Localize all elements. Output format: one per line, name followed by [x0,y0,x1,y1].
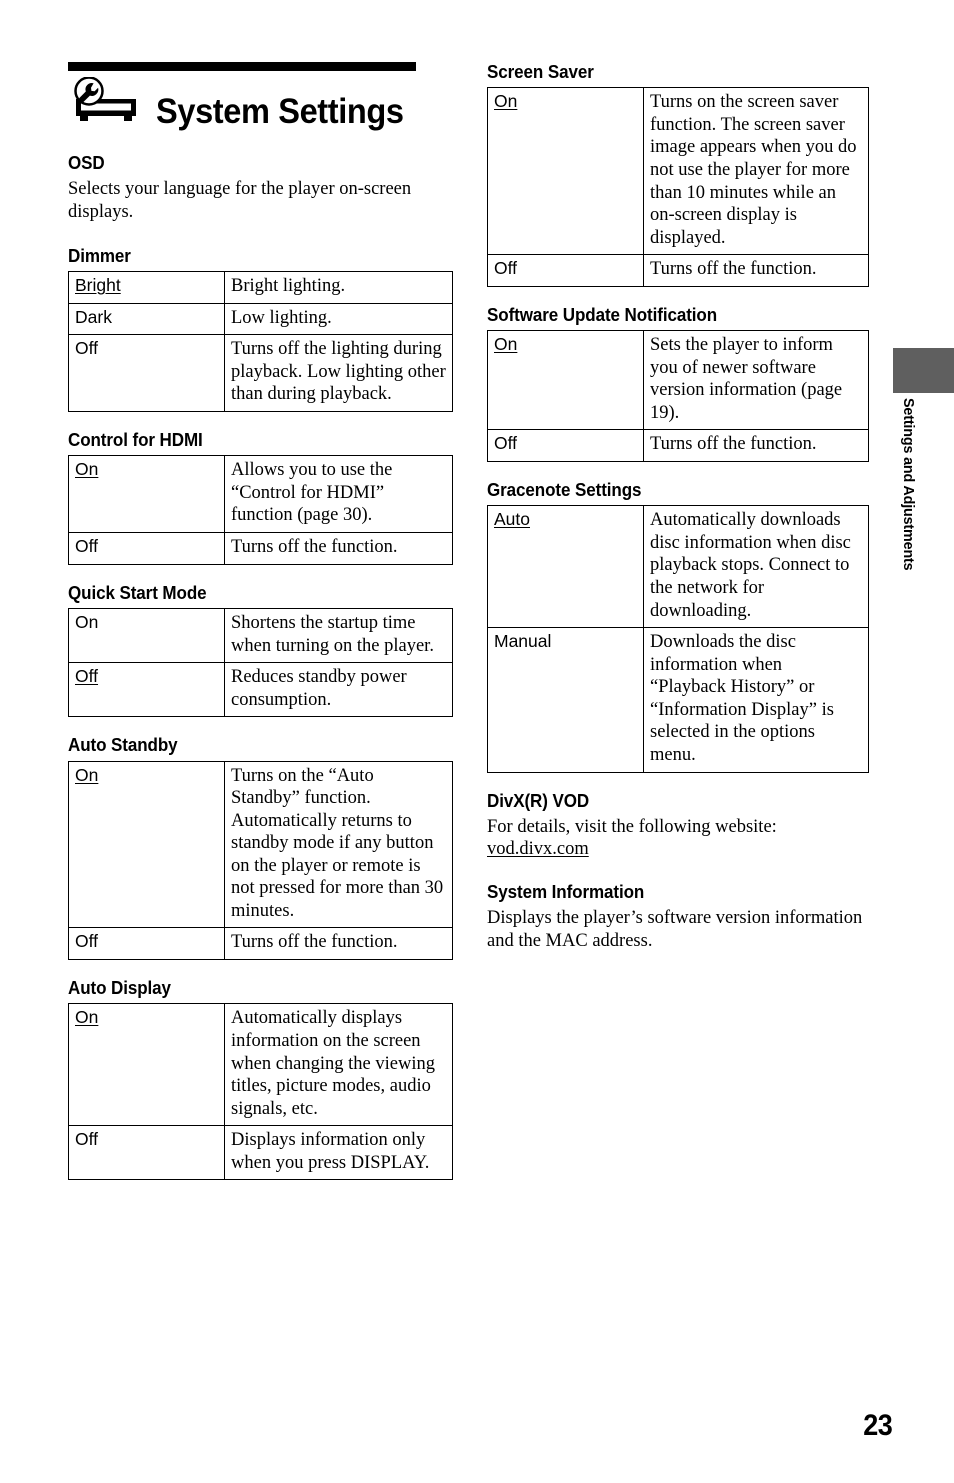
table-row: Off Turns off the function. [68,927,453,961]
table-screen-saver: On Turns on the screen saver function. T… [487,87,869,287]
option-value: Turns off the function. [643,254,869,287]
option-key: Dark [68,302,225,336]
table-dimmer: Bright Bright lighting. Dark Low lightin… [68,271,453,412]
option-key: Bright [68,271,225,304]
table-row: On Shortens the startup time when turnin… [68,607,453,664]
osd-body: Selects your language for the player on-… [68,179,412,223]
table-row: On Sets the player to inform you of newe… [487,330,869,431]
system-information-body: Displays the player’s software version i… [487,907,863,951]
heading-auto-display: Auto Display [68,977,171,999]
heading-screen-saver: Screen Saver [487,61,594,82]
heading-osd: OSD [68,152,105,173]
option-value: Automatically downloads disc information… [643,505,869,629]
heading-auto-standby: Auto Standby [68,734,178,756]
page-title: System Settings [156,92,404,131]
table-row: Off Turns off the lighting during playba… [68,334,453,412]
page-title-row: System Settings [68,76,453,131]
option-key: On [68,760,225,929]
heading-control-for-hdmi: Control for HDMI [68,429,203,450]
option-key: Off [68,532,225,565]
table-auto-standby: On Turns on the “Auto Standby” function.… [68,760,453,961]
option-key: Off [68,927,225,961]
option-value: Shortens the startup time when turning o… [224,607,453,664]
player-with-wrench-icon [68,76,146,125]
table-gracenote-settings: Auto Automatically downloads disc inform… [487,505,869,773]
table-row: On Turns on the “Auto Standby” function.… [68,760,453,929]
option-value: Allows you to use the “Control for HDMI”… [224,455,453,534]
option-value: Downloads the disc information when “Pla… [643,627,869,773]
option-key: Off [68,1125,225,1181]
heading-software-update-notification: Software Update Notification [487,303,718,325]
option-key: Off [68,662,225,718]
option-value: Turns off the lighting during playback. … [224,334,453,412]
option-key: On [68,455,225,534]
left-text-column: System Settings OSD Selects your languag… [68,62,453,1182]
option-key: Manual [487,627,644,773]
option-value: Low lighting. [224,302,453,336]
heading-quick-start-mode: Quick Start Mode [68,581,207,603]
table-row: On Turns on the screen saver function. T… [487,87,869,256]
heading-divx-vod: DivX(R) VOD [487,789,590,811]
divx-vod-body: For details, visit the following website… [487,816,777,837]
option-key: Off [487,429,644,462]
option-value: Sets the player to inform you of newer s… [643,330,869,431]
table-control-for-hdmi: On Allows you to use the “Control for HD… [68,455,453,565]
option-value: Turns off the function. [224,927,453,961]
option-key: Auto [487,505,644,629]
divx-vod-url[interactable]: vod.divx.com [487,839,869,860]
option-value: Reduces standby power consumption. [224,662,453,718]
heading-system-information: System Information [487,880,645,902]
section-thumb-tab [893,348,954,393]
manual-page: System Settings OSD Selects your languag… [0,0,954,1483]
table-row: Off Turns off the function. [487,429,869,462]
table-row: Auto Automatically downloads disc inform… [487,505,869,629]
table-row: Off Turns off the function. [487,254,869,287]
table-row: Bright Bright lighting. [68,271,453,304]
table-row: Manual Downloads the disc information wh… [487,627,869,773]
option-value: Turns on the screen saver function. The … [643,87,869,256]
section-thumb-label: Settings and Adjustments [900,398,917,571]
option-value: Turns off the function. [224,532,453,565]
table-row: Dark Low lighting. [68,302,453,336]
table-auto-display: On Automatically displays information on… [68,1003,453,1181]
table-software-update-notification: On Sets the player to inform you of newe… [487,330,869,462]
option-value: Automatically displays information on th… [224,1003,453,1127]
option-value: Displays information only when you press… [224,1125,453,1181]
table-row: Off Turns off the function. [68,532,453,565]
page-number: 23 [862,1409,893,1442]
option-key: Off [68,334,225,412]
option-key: Off [487,254,644,287]
title-rule [68,62,416,71]
table-row: On Automatically displays information on… [68,1003,453,1127]
table-row: On Allows you to use the “Control for HD… [68,455,453,534]
option-value: Turns on the “Auto Standby” function. Au… [224,760,453,929]
table-row: Off Displays information only when you p… [68,1125,453,1181]
heading-gracenote-settings: Gracenote Settings [487,479,642,500]
option-value: Turns off the function. [643,429,869,462]
table-quick-start-mode: On Shortens the startup time when turnin… [68,607,453,718]
right-text-column: Screen Saver On Turns on the screen save… [487,61,869,952]
option-key: On [68,607,225,664]
option-key: On [487,87,644,256]
heading-dimmer: Dimmer [68,244,131,266]
option-key: On [68,1003,225,1127]
option-value: Bright lighting. [224,271,453,304]
option-key: On [487,330,644,431]
table-row: Off Reduces standby power consumption. [68,662,453,718]
